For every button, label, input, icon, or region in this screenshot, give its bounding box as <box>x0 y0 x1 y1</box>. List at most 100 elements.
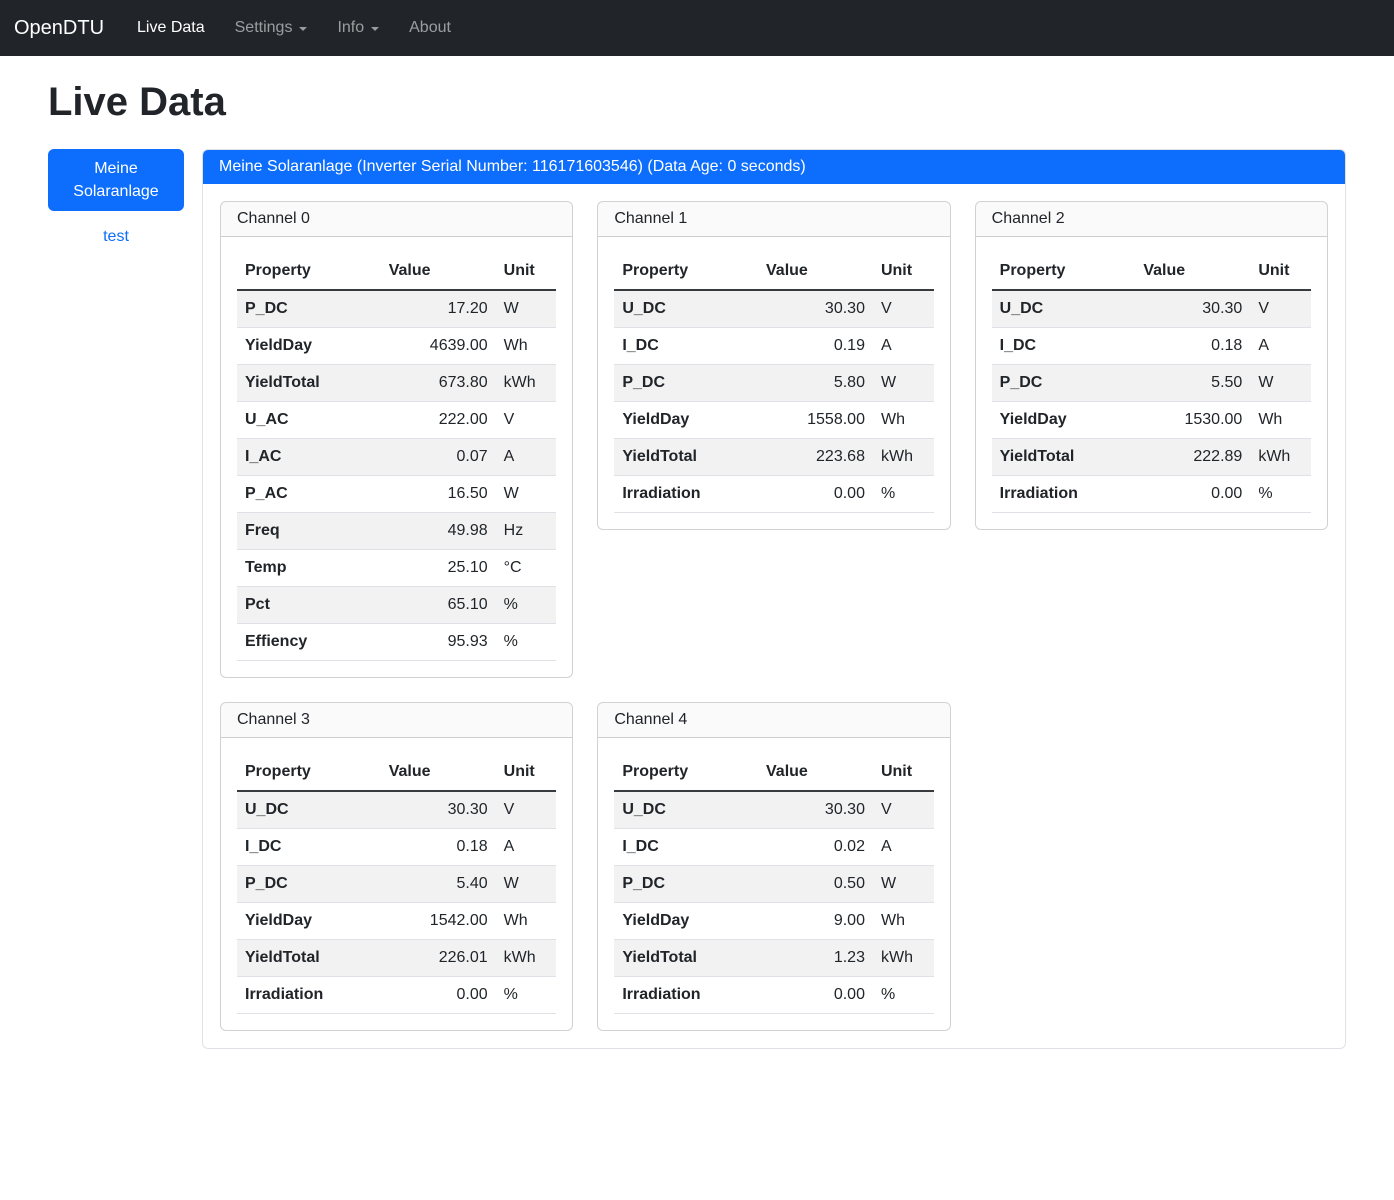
cell-value: 5.40 <box>381 866 496 903</box>
nav-about[interactable]: About <box>394 11 466 45</box>
cell-value: 0.02 <box>758 829 873 866</box>
cell-value: 25.10 <box>381 550 496 587</box>
table-header-row: Property Value Unit <box>237 253 556 290</box>
table-row: I_DC0.18A <box>237 829 556 866</box>
cell-unit: A <box>873 829 934 866</box>
table-row: YieldTotal1.23kWh <box>614 940 933 977</box>
table-row: YieldDay1530.00Wh <box>992 402 1311 439</box>
chevron-down-icon <box>371 27 379 31</box>
cell-property: P_AC <box>237 476 381 513</box>
channel-table: Property Value Unit U_DC30.30VI_DC0.19AP… <box>614 253 933 513</box>
cell-unit: kWh <box>873 940 934 977</box>
table-row: P_DC5.40W <box>237 866 556 903</box>
cell-property: Irradiation <box>614 476 758 513</box>
brand-logo[interactable]: OpenDTU <box>14 17 104 40</box>
test-inverter-link[interactable]: test <box>48 228 184 246</box>
cell-property: YieldDay <box>237 903 381 940</box>
nav-live-data[interactable]: Live Data <box>122 11 220 45</box>
table-row: Irradiation0.00% <box>992 476 1311 513</box>
page-content: Live Data Meine Solaranlage test Meine S… <box>0 56 1394 1089</box>
cell-unit: W <box>1250 365 1311 402</box>
channel-title: Channel 4 <box>598 703 949 738</box>
cell-value: 226.01 <box>381 940 496 977</box>
table-row: Irradiation0.00% <box>614 476 933 513</box>
cell-unit: V <box>873 791 934 829</box>
table-row: I_DC0.19A <box>614 328 933 365</box>
inverter-panel-header: Meine Solaranlage (Inverter Serial Numbe… <box>203 150 1345 184</box>
table-row: YieldDay1542.00Wh <box>237 903 556 940</box>
inverter-select-button[interactable]: Meine Solaranlage <box>48 149 184 211</box>
cell-unit: % <box>496 977 557 1014</box>
cell-unit: V <box>496 402 557 439</box>
cell-unit: °C <box>496 550 557 587</box>
cell-value: 0.00 <box>758 476 873 513</box>
table-row: YieldDay4639.00Wh <box>237 328 556 365</box>
table-row: YieldTotal223.68kWh <box>614 439 933 476</box>
col-header-unit: Unit <box>496 754 557 791</box>
channel-body: Property Value Unit U_DC30.30VI_DC0.02AP… <box>598 738 949 1030</box>
cell-unit: Wh <box>496 903 557 940</box>
channel-card: Channel 4 Property Value Unit U_DC30.30V… <box>597 702 950 1031</box>
page-title: Live Data <box>48 80 1346 125</box>
col-header-property: Property <box>992 253 1136 290</box>
cell-value: 223.68 <box>758 439 873 476</box>
cell-unit: Hz <box>496 513 557 550</box>
col-header-unit: Unit <box>496 253 557 290</box>
cell-unit: A <box>496 439 557 476</box>
table-row: YieldDay9.00Wh <box>614 903 933 940</box>
col-header-value: Value <box>1135 253 1250 290</box>
nav-settings[interactable]: Settings <box>220 11 323 45</box>
cell-value: 30.30 <box>381 791 496 829</box>
cell-value: 65.10 <box>381 587 496 624</box>
cell-value: 0.18 <box>1135 328 1250 365</box>
cell-property: Pct <box>237 587 381 624</box>
channel-body: Property Value Unit U_DC30.30VI_DC0.19AP… <box>598 237 949 529</box>
channel-card: Channel 0 Property Value Unit P_DC17.20W… <box>220 201 573 678</box>
col-header-unit: Unit <box>873 754 934 791</box>
cell-unit: A <box>873 328 934 365</box>
col-header-property: Property <box>614 754 758 791</box>
cell-property: U_DC <box>992 290 1136 328</box>
table-row: U_DC30.30V <box>614 290 933 328</box>
cell-unit: % <box>496 587 557 624</box>
cell-property: P_DC <box>237 290 381 328</box>
nav-about-label: About <box>409 19 451 37</box>
cell-value: 0.19 <box>758 328 873 365</box>
cell-property: P_DC <box>237 866 381 903</box>
cell-value: 5.80 <box>758 365 873 402</box>
cell-unit: % <box>496 624 557 661</box>
table-row: U_DC30.30V <box>614 791 933 829</box>
table-row: YieldDay1558.00Wh <box>614 402 933 439</box>
cell-unit: % <box>1250 476 1311 513</box>
cell-unit: A <box>1250 328 1311 365</box>
channel-table: Property Value Unit U_DC30.30VI_DC0.02AP… <box>614 754 933 1014</box>
cell-property: I_DC <box>992 328 1136 365</box>
table-row: Irradiation0.00% <box>614 977 933 1014</box>
channel-body: Property Value Unit P_DC17.20WYieldDay46… <box>221 237 572 677</box>
cell-value: 0.50 <box>758 866 873 903</box>
cell-property: Temp <box>237 550 381 587</box>
cell-unit: Wh <box>873 903 934 940</box>
cell-value: 17.20 <box>381 290 496 328</box>
table-row: P_DC5.50W <box>992 365 1311 402</box>
channel-body: Property Value Unit U_DC30.30VI_DC0.18AP… <box>976 237 1327 529</box>
cell-value: 30.30 <box>1135 290 1250 328</box>
cell-unit: W <box>873 365 934 402</box>
table-header-row: Property Value Unit <box>237 754 556 791</box>
col-header-property: Property <box>614 253 758 290</box>
inverter-panel-body: Channel 0 Property Value Unit P_DC17.20W… <box>203 184 1345 1048</box>
nav-info[interactable]: Info <box>322 11 394 45</box>
table-row: U_AC222.00V <box>237 402 556 439</box>
table-row: YieldTotal222.89kWh <box>992 439 1311 476</box>
cell-property: Freq <box>237 513 381 550</box>
cell-value: 16.50 <box>381 476 496 513</box>
inverter-sidebar: Meine Solaranlage test <box>48 149 184 246</box>
table-row: I_DC0.02A <box>614 829 933 866</box>
table-row: P_DC5.80W <box>614 365 933 402</box>
table-row: U_DC30.30V <box>992 290 1311 328</box>
cell-value: 222.00 <box>381 402 496 439</box>
cell-property: U_DC <box>614 791 758 829</box>
channel-grid: Channel 0 Property Value Unit P_DC17.20W… <box>220 201 1328 1031</box>
channel-title: Channel 0 <box>221 202 572 237</box>
channel-table: Property Value Unit U_DC30.30VI_DC0.18AP… <box>992 253 1311 513</box>
